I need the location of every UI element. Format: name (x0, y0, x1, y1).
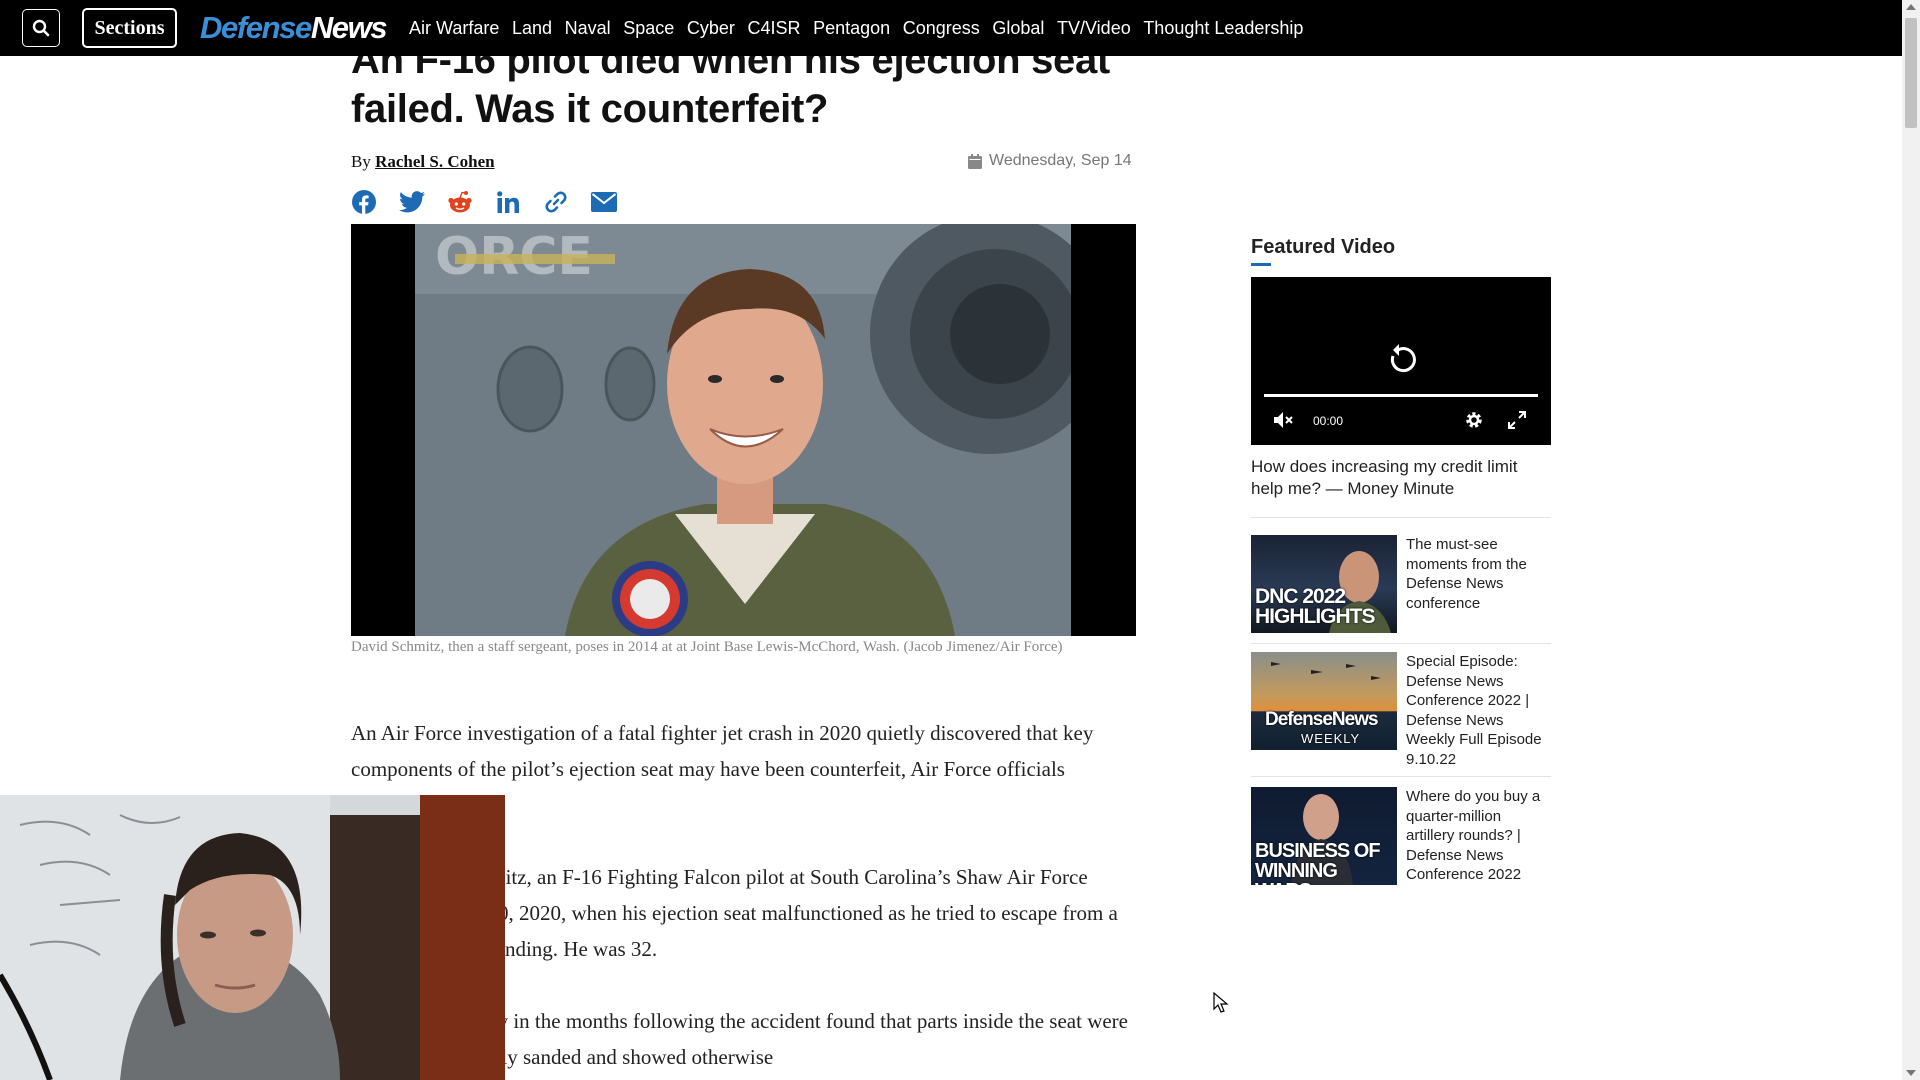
byline-prefix: By (351, 152, 371, 171)
pilot-portrait-illustration: ORCE (415, 224, 1071, 636)
twitter-share-button[interactable] (399, 189, 425, 215)
mouse-cursor-icon (1213, 992, 1229, 1013)
thumbnail-text: BUSINESS OF (1255, 840, 1381, 862)
page-scrollbar[interactable] (1902, 0, 1920, 1080)
sections-button[interactable]: Sections (82, 8, 177, 48)
twitter-icon (399, 191, 425, 213)
date-text: Wednesday, Sep 14 (989, 152, 1132, 169)
publish-date: Wednesday, Sep 14 (968, 152, 1132, 170)
scroll-thumb[interactable] (1905, 18, 1917, 128)
defense-news-logo[interactable]: DefenseNews (200, 10, 388, 46)
settings-icon[interactable] (1464, 410, 1484, 430)
video-title[interactable]: Special Episode: Defense News Conference… (1406, 652, 1551, 769)
video-time: 00:00 (1313, 414, 1344, 428)
facebook-share-button[interactable] (351, 189, 377, 215)
video-progress-bar[interactable] (1264, 394, 1538, 397)
video-player[interactable]: 00:00 (1251, 277, 1551, 445)
heading-accent-bar (1251, 263, 1271, 266)
thumbnail-text: DefenseNews (1265, 709, 1379, 730)
linkedin-icon (497, 191, 519, 213)
scroll-down-arrow-icon[interactable] (1906, 1070, 1916, 1076)
nav-item-air-warfare[interactable]: Air Warfare (409, 18, 499, 39)
webcam-overlay (0, 795, 505, 1080)
search-button[interactable] (22, 9, 60, 47)
fullscreen-icon[interactable] (1508, 410, 1526, 430)
webcam-person-feed (0, 795, 505, 1080)
divider (1251, 643, 1551, 644)
nav-item-space[interactable]: Space (623, 18, 674, 39)
divider (1251, 776, 1551, 777)
link-icon (545, 191, 567, 213)
top-navigation: Sections DefenseNews Air Warfare Land Na… (0, 0, 1902, 56)
nav-item-pentagon[interactable]: Pentagon (813, 18, 890, 39)
thumbnail-text: DNC 2022 (1255, 585, 1346, 608)
nav-item-thought-leadership[interactable]: Thought Leadership (1143, 18, 1303, 39)
nav-item-congress[interactable]: Congress (903, 18, 980, 39)
image-caption: David Schmitz, then a staff sergeant, po… (351, 639, 1063, 655)
email-icon (591, 192, 617, 212)
nav-item-land[interactable]: Land (512, 18, 552, 39)
video-title[interactable]: Where do you buy a quarter-million artil… (1406, 787, 1551, 885)
pilot-photo: ORCE (415, 224, 1071, 636)
mute-icon[interactable] (1273, 410, 1295, 430)
divider (1251, 517, 1551, 518)
facebook-icon (352, 190, 376, 214)
email-share-button[interactable] (591, 189, 617, 215)
copy-link-button[interactable] (543, 189, 569, 215)
author-link[interactable]: Rachel S. Cohen (375, 152, 494, 171)
video-thumbnail[interactable]: BUSINESS OF WINNING WARS (1251, 787, 1397, 885)
video-thumbnail[interactable]: DNC 2022 HIGHLIGHTS (1251, 535, 1397, 633)
nav-item-global[interactable]: Global (992, 18, 1044, 39)
scroll-up-arrow-icon[interactable] (1906, 4, 1916, 10)
video-title[interactable]: The must-see moments from the Defense Ne… (1406, 535, 1551, 613)
nav-item-tv-video[interactable]: TV/Video (1057, 18, 1131, 39)
share-bar (351, 189, 639, 215)
nav-item-cyber[interactable]: Cyber (687, 18, 735, 39)
reddit-share-button[interactable] (447, 189, 473, 215)
video-thumbnail[interactable]: DefenseNews WEEKLY (1251, 652, 1397, 750)
reddit-icon (448, 191, 472, 213)
byline: By Rachel S. Cohen (351, 152, 495, 172)
linkedin-share-button[interactable] (495, 189, 521, 215)
featured-video-title[interactable]: How does increasing my credit limit help… (1251, 456, 1551, 500)
calendar-icon (968, 153, 982, 169)
replay-icon[interactable] (1384, 342, 1420, 378)
thumbnail-text: HIGHLIGHTS (1255, 605, 1375, 628)
article-hero-image: ORCE (351, 224, 1136, 636)
nav-item-c4isr[interactable]: C4ISR (747, 18, 800, 39)
featured-video-heading: Featured Video (1251, 236, 1396, 258)
thumbnail-text: WEEKLY (1301, 731, 1361, 746)
nav-item-naval[interactable]: Naval (565, 18, 611, 39)
search-icon (32, 19, 50, 37)
nav-menu: Air Warfare Land Naval Space Cyber C4ISR… (409, 0, 1316, 56)
thumbnail-text: WINNING WARS (1255, 860, 1338, 885)
